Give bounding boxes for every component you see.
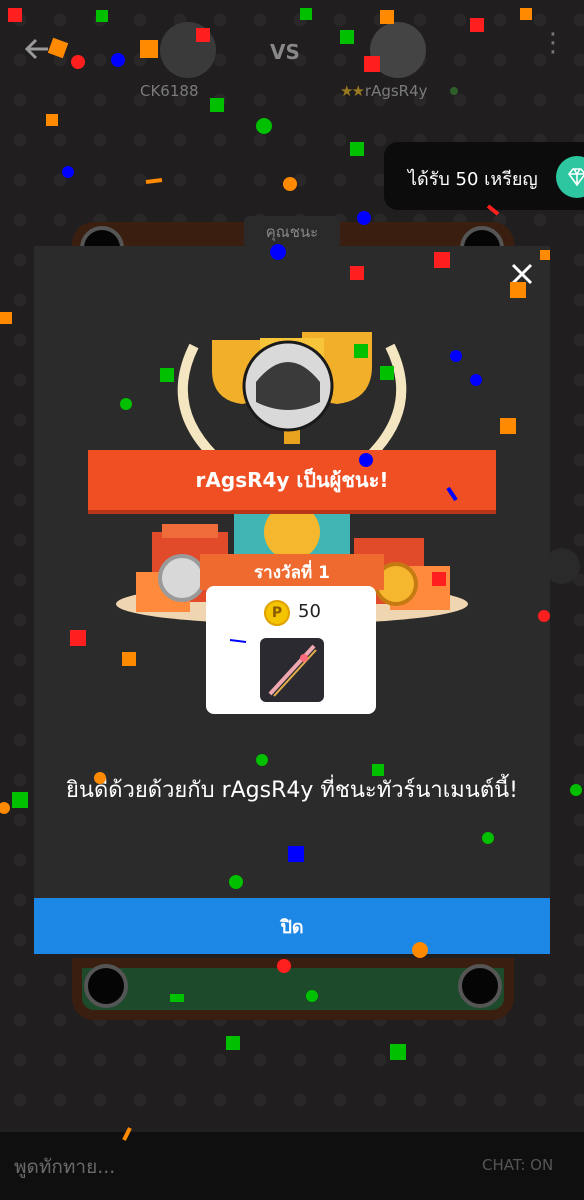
- winner-modal: rAgsR4y เป็นผู้ชนะ! รางวัลที่ 1 P 50 ยิน…: [34, 246, 550, 954]
- winner-banner: rAgsR4y เป็นผู้ชนะ!: [88, 450, 496, 510]
- reward-title: รางวัลที่ 1: [200, 554, 384, 590]
- cue-item-icon: [260, 638, 324, 702]
- close-button[interactable]: ปิด: [34, 898, 550, 954]
- player1-name: CK6188: [140, 82, 198, 100]
- chat-bar: CHAT: ON: [0, 1132, 584, 1200]
- player1-name-text: CK6188: [140, 82, 199, 100]
- coin-amount: 50: [298, 601, 321, 622]
- coin-reward-toast: ได้รับ 50 เหรียญ: [384, 142, 584, 210]
- table-label: คุณชนะ: [244, 216, 340, 248]
- player1-avatar: [160, 22, 216, 78]
- back-arrow-icon[interactable]: [22, 34, 52, 64]
- pocket-icon: [84, 964, 128, 1008]
- chat-status[interactable]: CHAT: ON: [482, 1156, 553, 1174]
- online-status-icon: [450, 87, 458, 95]
- reward-card: P 50: [206, 586, 376, 714]
- player2-name: ★★ rAgsR4y: [340, 82, 428, 100]
- match-header: VS CK6188 ★★ rAgsR4y ⋮: [0, 0, 584, 110]
- pocket-icon: [458, 964, 502, 1008]
- close-icon[interactable]: [508, 260, 536, 288]
- coin-icon: P: [264, 600, 290, 626]
- gem-icon: [556, 156, 584, 198]
- more-options-icon[interactable]: ⋮: [540, 30, 566, 56]
- congrats-message: ยินดีด้วยด้วยกับ rAgsR4y ที่ชนะทัวร์นาเม…: [66, 778, 518, 803]
- coin-toast-text: ได้รับ 50 เหรียญ: [408, 169, 538, 190]
- chat-input[interactable]: [12, 1150, 416, 1184]
- pool-table-rail-bottom: [72, 958, 514, 1020]
- player2-avatar: [370, 22, 426, 78]
- rank-stars-icon: ★★: [340, 82, 365, 100]
- player2-name-text: rAgsR4y: [364, 82, 428, 100]
- vs-label: VS: [270, 40, 300, 64]
